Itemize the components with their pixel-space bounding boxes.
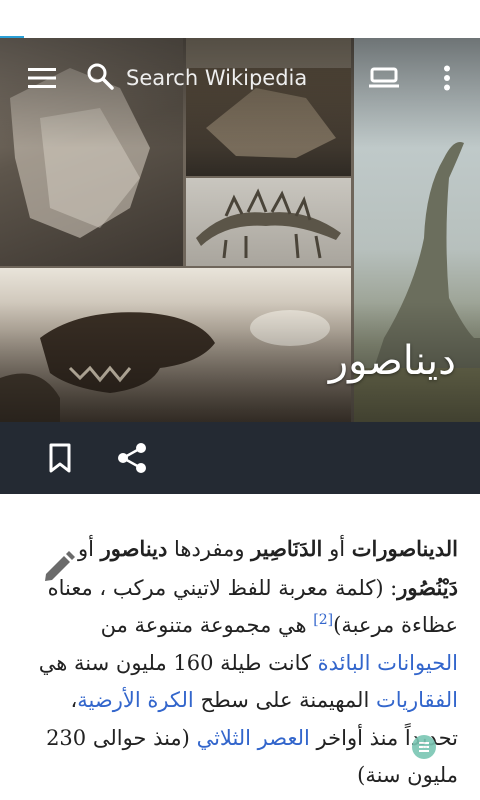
term-bold: ديناصور — [100, 536, 168, 561]
term-bold: الدَنَاصِير — [251, 536, 323, 561]
top-toolbar: Search Wikipedia — [0, 38, 480, 122]
reading-list-icon[interactable] — [364, 58, 404, 98]
search-placeholder: Search Wikipedia — [126, 66, 308, 90]
article-lead-paragraph: الديناصورات أو الدَنَاصِير ومفردها ديناص… — [30, 530, 458, 795]
status-bar — [0, 0, 480, 40]
search-bar[interactable]: Search Wikipedia — [86, 58, 346, 98]
link-earth[interactable]: الكرة الأرضية — [77, 688, 193, 712]
text-run: أو — [322, 537, 352, 561]
stegosaurus-skeleton-photo — [186, 178, 351, 266]
article-title: ديناصور — [328, 338, 456, 384]
article-action-bar — [0, 422, 480, 494]
term-bold: الديناصورات — [351, 536, 458, 561]
text-run: أو — [77, 537, 101, 561]
term-bold: دَيْنُصُور — [397, 574, 458, 600]
text-run: كانت طيلة 160 مليون سنة هي — [38, 650, 318, 675]
text-run: ومفردها — [167, 537, 252, 561]
reference-link[interactable]: [2] — [313, 612, 333, 628]
menu-icon[interactable] — [24, 58, 60, 98]
share-icon[interactable] — [112, 438, 152, 478]
table-of-contents-button[interactable] — [412, 735, 436, 759]
text-run: هي مجموعة متنوعة من — [100, 613, 314, 637]
link-vertebrates[interactable]: الفقاريات — [376, 688, 458, 712]
search-icon — [86, 62, 114, 94]
link-triassic[interactable]: العصر الثلاثي — [197, 726, 310, 750]
text-run: المهيمنة على سطح — [193, 688, 376, 712]
toc-icon — [419, 746, 429, 748]
link-extinct-animals[interactable]: الحيوانات البائدة — [318, 651, 458, 675]
more-vertical-icon[interactable] — [430, 58, 464, 98]
bookmark-icon[interactable] — [40, 438, 80, 478]
